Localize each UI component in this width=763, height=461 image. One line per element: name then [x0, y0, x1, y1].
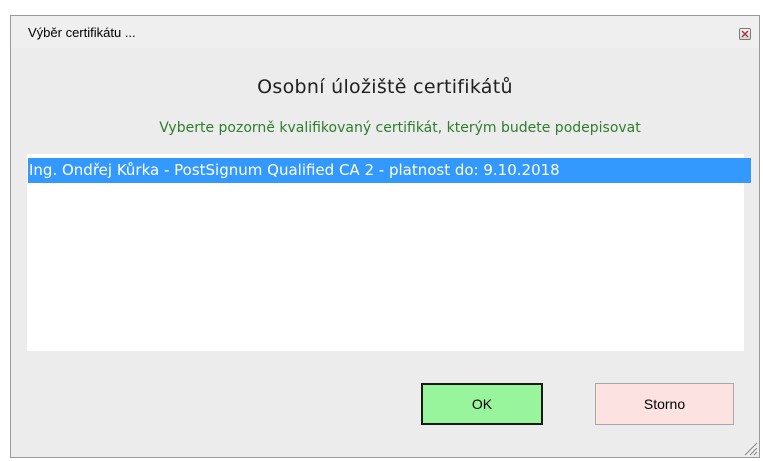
instruction-text: Vyberte pozorně kvalifikovaný certifikát…	[159, 120, 641, 136]
certificate-list[interactable]: Ing. Ondřej Kůrka - PostSignum Qualified…	[27, 154, 751, 351]
cancel-button[interactable]: Storno	[595, 383, 734, 425]
title-bar[interactable]: Výběr certifikátu ...	[11, 16, 759, 48]
certificate-item-selected[interactable]: Ing. Ondřej Kůrka - PostSignum Qualified…	[28, 158, 751, 183]
ok-button[interactable]: OK	[421, 383, 543, 425]
dialog-heading: Osobní úložiště certifikátů	[257, 76, 513, 98]
certificate-dialog: Výběr certifikátu ... Osobní úložiště ce…	[10, 15, 760, 458]
resize-grip-icon[interactable]	[742, 440, 758, 456]
close-icon	[741, 30, 749, 38]
window-title: Výběr certifikátu ...	[28, 25, 136, 40]
close-button[interactable]	[739, 28, 751, 40]
